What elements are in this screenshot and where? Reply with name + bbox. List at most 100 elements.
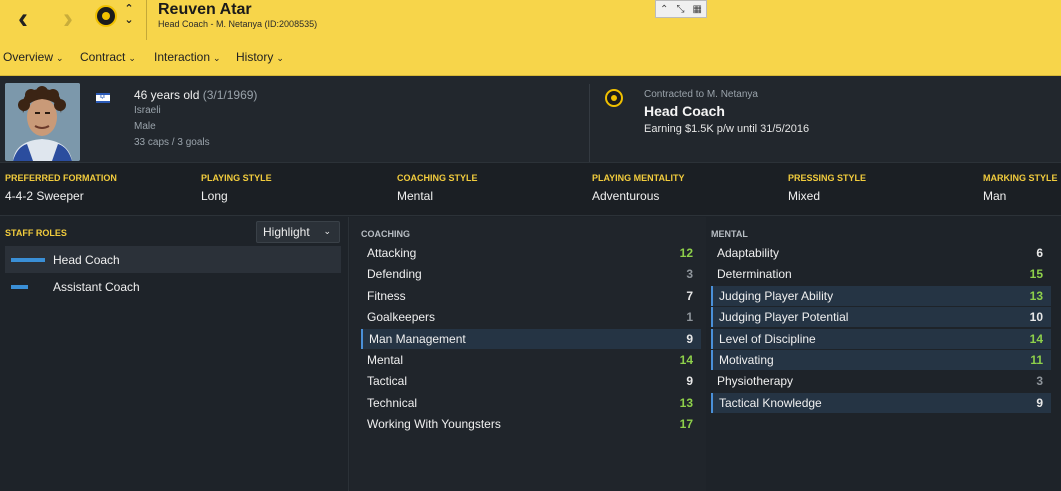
nationality: Israeli <box>134 105 161 116</box>
attribute-row[interactable]: Judging Player Ability 13 <box>711 285 1051 306</box>
tab-interaction[interactable]: Interaction ⌄ <box>154 50 221 64</box>
style-playing-style: PLAYING STYLE Long <box>201 173 272 203</box>
chevron-down-icon: ⌄ <box>56 53 64 63</box>
chevron-up-icon[interactable]: ⌃ <box>660 4 668 15</box>
attribute-value: 10 <box>1029 310 1043 325</box>
attribute-value: 11 <box>1030 353 1043 367</box>
attribute-row[interactable]: Adaptability 6 <box>711 243 1051 263</box>
attribute-row[interactable]: Motivating 11 <box>711 350 1051 370</box>
style-value: 4-4-2 Sweeper <box>5 189 84 203</box>
role-item-assistant-coach[interactable]: Assistant Coach <box>5 273 341 300</box>
zoom-control[interactable]: ⌃ ⤡ ▦ <box>655 0 707 18</box>
person-photo <box>5 83 80 161</box>
grid-icon[interactable]: ▦ <box>693 4 702 15</box>
role-item-head-coach[interactable]: Head Coach <box>5 246 341 273</box>
style-preferred-formation: PREFERRED FORMATION 4-4-2 Sweeper <box>5 173 117 203</box>
club-switch-arrows[interactable]: ⌃ ⌄ <box>122 4 136 26</box>
caps-goals: 33 caps / 3 goals <box>134 137 210 148</box>
down-chevron-icon[interactable]: ⌄ <box>122 15 136 26</box>
chevron-down-icon: ⌄ <box>323 226 331 236</box>
attribute-name: Fitness <box>367 288 406 303</box>
attribute-name: Judging Player Ability <box>719 288 834 303</box>
attribute-row[interactable]: Physiotherapy 3 <box>711 371 1051 391</box>
attribute-row[interactable]: Fitness 7 <box>361 286 701 306</box>
tab-contract[interactable]: Contract ⌄ <box>80 50 136 64</box>
attribute-value: 3 <box>686 267 693 282</box>
attribute-value: 9 <box>686 374 693 389</box>
attribute-name: Motivating <box>719 353 774 367</box>
attribute-row[interactable]: Technical 13 <box>361 393 701 413</box>
israel-flag-icon <box>96 92 110 103</box>
attribute-value: 14 <box>1029 331 1043 346</box>
attribute-name: Adaptability <box>717 246 780 260</box>
attribute-row[interactable]: Goalkeepers 1 <box>361 307 701 327</box>
attribute-name: Physiotherapy <box>717 374 794 389</box>
mental-title: MENTAL <box>711 229 748 239</box>
attribute-name: Attacking <box>367 246 417 260</box>
chevron-down-icon: ⌄ <box>276 53 284 63</box>
role-label: Head Coach <box>53 253 120 267</box>
attribute-row[interactable]: Working With Youngsters 17 <box>361 414 701 434</box>
attribute-value: 14 <box>679 353 693 367</box>
attribute-row[interactable]: Attacking 12 <box>361 243 701 263</box>
highlight-dropdown[interactable]: Highlight ⌄ <box>256 221 340 243</box>
attribute-row[interactable]: Defending 3 <box>361 264 701 284</box>
attribute-name: Technical <box>367 395 418 410</box>
tactical-styles-panel: PREFERRED FORMATION 4-4-2 Sweeper PLAYIN… <box>0 162 1061 216</box>
attribute-row[interactable]: Man Management 9 <box>361 328 701 349</box>
style-playing-mentality: PLAYING MENTALITY Adventurous <box>592 173 685 203</box>
style-label: PREFERRED FORMATION <box>5 173 117 183</box>
role-label: Assistant Coach <box>53 280 140 294</box>
style-value: Mixed <box>788 189 821 203</box>
date-of-birth: (3/1/1969) <box>202 88 258 102</box>
club-badge-icon[interactable] <box>95 5 117 27</box>
attribute-value: 17 <box>679 417 693 432</box>
portrait-image <box>5 83 80 161</box>
style-label: PRESSING STYLE <box>788 173 867 183</box>
attribute-row[interactable]: Determination 15 <box>711 264 1051 284</box>
style-label: PLAYING STYLE <box>201 173 272 183</box>
club-badge-icon[interactable] <box>605 89 623 107</box>
person-name: Reuven Atar <box>158 1 252 18</box>
attribute-row[interactable]: Level of Discipline 14 <box>711 328 1051 349</box>
attribute-value: 15 <box>1029 267 1043 282</box>
header-divider <box>146 0 147 40</box>
style-value: Mental <box>397 189 434 203</box>
attribute-name: Level of Discipline <box>719 331 816 346</box>
attribute-name: Man Management <box>369 331 466 346</box>
staff-roles-panel: STAFF ROLES Highlight ⌄ Head Coach Assis… <box>0 217 349 491</box>
attribute-row[interactable]: Tactical 9 <box>361 371 701 391</box>
highlight-label: Highlight <box>263 225 310 239</box>
person-subtitle: Head Coach - M. Netanya (ID:2008535) <box>158 19 318 29</box>
attribute-name: Goalkeepers <box>367 310 436 325</box>
tab-overview[interactable]: Overview ⌄ <box>3 50 64 64</box>
attribute-value: 1 <box>686 310 693 325</box>
gender: Male <box>134 121 156 132</box>
attribute-name: Determination <box>717 267 792 282</box>
profile-divider <box>589 84 590 162</box>
age-line: 46 years old (3/1/1969) <box>134 88 257 102</box>
chevron-down-icon: ⌄ <box>213 53 221 63</box>
contract-role: Head Coach <box>644 103 725 119</box>
coaching-title: COACHING <box>361 229 410 239</box>
attribute-name: Working With Youngsters <box>367 417 501 432</box>
attribute-row[interactable]: Judging Player Potential 10 <box>711 307 1051 328</box>
attribute-value: 13 <box>1029 288 1043 303</box>
attribute-row[interactable]: Mental 14 <box>361 350 701 370</box>
style-label: PLAYING MENTALITY <box>592 173 685 183</box>
role-suitability-bar <box>11 258 45 262</box>
tab-bar: Overview ⌄ Contract ⌄ Interaction ⌄ History… <box>0 40 1061 76</box>
role-suitability-bar <box>11 285 28 289</box>
style-value: Adventurous <box>592 189 660 203</box>
attribute-value: 12 <box>679 246 693 260</box>
style-marking-style: MARKING STYLE Man <box>983 173 1058 203</box>
attribute-name: Tactical Knowledge <box>719 395 822 410</box>
attribute-row[interactable]: Tactical Knowledge 9 <box>711 392 1051 413</box>
title-bar: ‹ › ⌃ ⌄ Reuven Atar Head Coach - M. Neta… <box>0 0 1061 40</box>
attribute-name: Defending <box>367 267 422 282</box>
forward-arrow-icon[interactable]: › <box>53 4 83 34</box>
attribute-value: 9 <box>1036 395 1043 410</box>
back-arrow-icon[interactable]: ‹ <box>8 4 38 34</box>
tab-history[interactable]: History ⌄ <box>236 50 284 64</box>
resize-icon[interactable]: ⤡ <box>676 4 684 15</box>
